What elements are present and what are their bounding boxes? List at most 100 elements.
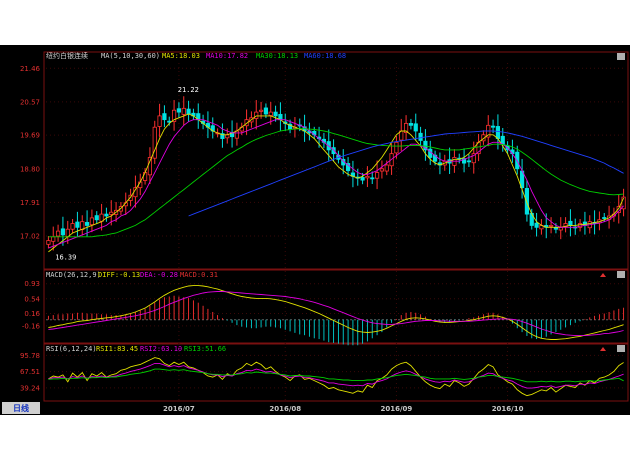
ma60-legend: MA60:18.68 — [304, 52, 346, 60]
candle-body — [176, 108, 182, 113]
candle-body — [75, 221, 80, 228]
macd-y-tick: -0.16 — [22, 322, 41, 330]
price-panel-frame — [43, 51, 629, 270]
candle-body — [186, 108, 191, 115]
macd-panel-close-icon[interactable] — [617, 271, 625, 278]
candle-body — [379, 168, 385, 172]
candle-body — [394, 141, 399, 154]
rsi-title: RSI(6,12,24) — [46, 345, 97, 353]
macd-lines — [48, 285, 624, 340]
candle-body — [60, 228, 66, 236]
candle-body — [524, 188, 530, 215]
candle-body — [263, 107, 269, 115]
dea-legend: DEA:-0.28 — [140, 271, 178, 279]
diff-legend: DIFF:-0.13 — [98, 271, 140, 279]
macd-value-legend: MACD:0.31 — [180, 271, 218, 279]
price-y-tick: 17.02 — [20, 233, 40, 241]
rsi-line-rsi1 — [48, 357, 624, 397]
price-y-tick: 17.91 — [20, 199, 40, 207]
rsi-panel-close-icon[interactable] — [617, 345, 625, 352]
x-axis-tick: 2016/07 — [163, 405, 195, 413]
candle-body — [548, 225, 554, 227]
ma5-legend: MA5:18.03 — [162, 52, 200, 60]
candle-body — [46, 240, 51, 245]
rsi-y-tick: 67.51 — [20, 368, 40, 376]
price-candles — [46, 96, 626, 251]
x-axis-ticks: 2016/07 2016/08 2016/09 2016/10 — [163, 405, 524, 413]
candle-body — [55, 230, 61, 237]
candle-body — [500, 135, 505, 145]
candle-body — [65, 228, 70, 237]
ma-line-ma10 — [48, 119, 624, 249]
candle-body — [254, 111, 259, 119]
candle-body — [84, 222, 90, 226]
candle-body — [374, 172, 380, 179]
rsi2-legend: RSI2:63.10 — [140, 345, 182, 353]
rsi-line-rsi2 — [48, 362, 624, 389]
macd-panel-frame — [43, 269, 629, 344]
candle-body — [418, 132, 423, 141]
ma30-legend: MA30:18.13 — [256, 52, 298, 60]
price-panel-close-icon[interactable] — [617, 53, 625, 60]
candle-body — [490, 125, 496, 128]
candle-body — [89, 217, 95, 226]
macd-line-diff — [48, 285, 624, 340]
candle-body — [109, 211, 114, 215]
candle-body — [273, 111, 278, 117]
candle-body — [234, 130, 240, 139]
rsi1-legend: RSI1:83.45 — [96, 345, 138, 353]
candle-body — [365, 175, 370, 179]
candle-body — [602, 217, 607, 219]
candle-body — [162, 113, 167, 121]
candle-body — [495, 126, 501, 139]
rsi-panel-up-icon[interactable] — [600, 347, 606, 351]
rsi-line-rsi3 — [48, 368, 624, 383]
candle-body — [157, 115, 162, 127]
candle-body — [70, 223, 75, 230]
macd-y-tick: 0.93 — [24, 280, 40, 288]
price-y-tick: 20.57 — [20, 98, 40, 106]
candle-body — [370, 177, 375, 180]
candle-body — [51, 236, 56, 242]
candle-body — [568, 220, 573, 226]
candle-body — [384, 164, 389, 172]
candle-body — [94, 215, 99, 221]
price-y-tick: 18.80 — [20, 165, 40, 173]
candle-body — [268, 111, 273, 116]
candle-body — [360, 177, 365, 181]
macd-y-tick: 0.16 — [24, 310, 40, 318]
candle-body — [466, 160, 472, 163]
macd-title: MACD(26,12,9) — [46, 271, 101, 279]
x-axis-tick: 2016/09 — [381, 405, 413, 413]
stock-chart: 纽约白银连续 MA(5,10,30,60) MA5:18.03 MA10:17.… — [0, 45, 630, 415]
rsi-y-tick: 39.24 — [20, 384, 41, 392]
rsi-y-tick: 95.78 — [20, 352, 40, 360]
candle-body — [104, 213, 109, 217]
candle-body — [408, 123, 414, 126]
rsi-lines — [48, 357, 624, 397]
period-tab-daily[interactable]: 日线 — [13, 403, 29, 413]
high-annotation: 21.22 — [178, 86, 199, 94]
macd-legend: MACD(26,12,9) DIFF:-0.13 DEA:-0.28 MACD:… — [46, 271, 218, 279]
macd-panel-up-icon[interactable] — [600, 273, 606, 277]
ma10-legend: MA10:17.82 — [206, 52, 248, 60]
price-y-tick: 21.46 — [20, 65, 41, 73]
y-axis-ticks: 21.46 20.57 19.69 18.80 17.91 17.02 0.93 0.54 0.… — [20, 65, 41, 393]
rsi3-legend: RSI3:51.66 — [184, 345, 226, 353]
instrument-title: 纽约白银连续 — [46, 51, 88, 60]
ma-line-ma30 — [48, 128, 624, 238]
low-annotation: 16.39 — [55, 253, 76, 261]
ma-line-ma60 — [188, 130, 624, 217]
candle-body — [553, 227, 559, 230]
candle-body — [413, 123, 418, 132]
ma-params-label: MA(5,10,30,60) — [101, 52, 160, 60]
candle-body — [181, 107, 186, 115]
candle-body — [534, 222, 539, 228]
candle-body — [142, 172, 148, 181]
macd-y-tick: 0.54 — [24, 295, 40, 303]
x-axis-tick: 2016/08 — [269, 405, 301, 413]
rsi-legend: RSI(6,12,24) RSI1:83.45 RSI2:63.10 RSI3:… — [46, 345, 226, 353]
candle-body — [258, 109, 264, 112]
x-axis-tick: 2016/10 — [492, 405, 524, 413]
price-y-tick: 19.69 — [20, 132, 40, 140]
